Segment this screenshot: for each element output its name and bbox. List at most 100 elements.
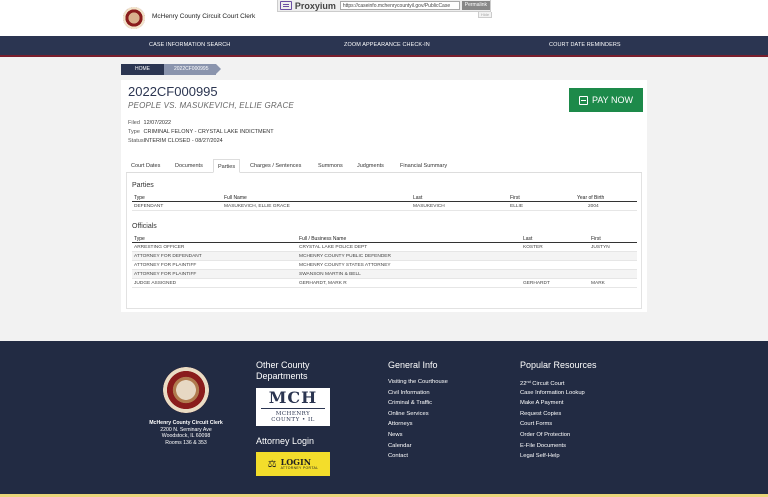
filed-row: Filed 12/07/2022 bbox=[128, 120, 171, 126]
proxy-brand: Proxyium bbox=[294, 0, 336, 11]
link-civil-information[interactable]: Civil Information bbox=[388, 388, 448, 399]
table-row: ARRESTING OFFICER CRYSTAL LAKE POLICE DE… bbox=[132, 243, 637, 252]
link-request-copies[interactable]: Request Copies bbox=[520, 409, 585, 420]
site-footer: McHenry County Circuit Clerk 2200 N. Sem… bbox=[0, 341, 768, 497]
table-row: ATTORNEY FOR DEFENDANT MCHENRY COUNTY PU… bbox=[132, 252, 637, 261]
case-number: 2022CF000995 bbox=[128, 84, 218, 99]
col-type: Type bbox=[134, 194, 145, 201]
official-last: GERHARDT bbox=[523, 280, 550, 286]
county-seal-logo[interactable] bbox=[123, 7, 145, 29]
proxy-url-input[interactable]: https://caseinfo.mchenrycountyil.gov/Pub… bbox=[339, 1, 460, 10]
nav-court-date-reminders[interactable]: COURT DATE REMINDERS bbox=[549, 36, 621, 55]
nav-case-information-search[interactable]: CASE INFORMATION SEARCH bbox=[149, 36, 230, 55]
type-row: Type CRIMINAL FELONY - CRYSTAL LAKE INDI… bbox=[128, 129, 274, 135]
official-first: JUSTYN bbox=[591, 244, 610, 250]
party-last: MASUKEVICH bbox=[413, 203, 445, 209]
tab-judgments[interactable]: Judgments bbox=[357, 159, 384, 173]
tab-charges-sentences[interactable]: Charges / Sentences bbox=[250, 159, 301, 173]
link-contact[interactable]: Contact bbox=[388, 451, 448, 462]
officials-heading: Officials bbox=[132, 223, 157, 230]
case-tabs: Court Dates Documents Parties Charges / … bbox=[126, 159, 642, 173]
pay-now-button[interactable]: PAY NOW bbox=[569, 88, 643, 112]
mchenry-county-logo[interactable]: MCH MCHENRY COUNTY • IL bbox=[256, 388, 330, 426]
tab-summons[interactable]: Summons bbox=[318, 159, 343, 173]
nav-zoom-appearance-check-in[interactable]: ZOOM APPEARANCE CHECK-IN bbox=[344, 36, 430, 55]
status-value: INTERIM CLOSED - 08/27/2024 bbox=[143, 138, 223, 144]
other-departments-heading: Other County Departments bbox=[256, 360, 310, 381]
col-first: First bbox=[591, 235, 601, 242]
link-calendar[interactable]: Calendar bbox=[388, 441, 448, 452]
circuit-label: Circuit Court bbox=[530, 381, 565, 387]
login-title: LOGIN bbox=[280, 457, 312, 467]
proxy-hide-tab[interactable]: Hide bbox=[478, 12, 492, 18]
link-order-of-protection[interactable]: Order Of Protection bbox=[520, 430, 585, 441]
table-row: ATTORNEY FOR PLAINTIFF MCHENRY COUNTY ST… bbox=[132, 261, 637, 270]
col-full-business-name: Full / Business Name bbox=[299, 235, 347, 242]
payment-card-icon bbox=[578, 95, 588, 105]
mch-logo-subtitle: MCHENRY COUNTY • IL bbox=[261, 408, 325, 423]
general-info-heading: General Info bbox=[388, 360, 438, 370]
site-title[interactable]: McHenry County Circuit Court Clerk bbox=[152, 13, 255, 20]
col-full-name: Full Name bbox=[224, 194, 247, 201]
parties-table: Type Full Name Last First Year of Birth … bbox=[132, 193, 637, 211]
party-year-of-birth: 2004 bbox=[588, 203, 599, 209]
tab-court-dates[interactable]: Court Dates bbox=[131, 159, 160, 173]
type-label: Type bbox=[128, 129, 140, 135]
type-value: CRIMINAL FELONY - CRYSTAL LAKE INDICTMEN… bbox=[143, 129, 274, 135]
breadcrumb-home[interactable]: HOME bbox=[121, 64, 164, 75]
proxy-toolbar: Proxyium https://caseinfo.mchenrycountyi… bbox=[277, 0, 491, 12]
official-type: ATTORNEY FOR PLAINTIFF bbox=[134, 262, 197, 268]
official-last: KOSTER bbox=[523, 244, 543, 250]
link-make-a-payment[interactable]: Make A Payment bbox=[520, 398, 585, 409]
login-subtitle: ATTORNEY PORTAL bbox=[280, 466, 319, 470]
footer-address-line: Rooms 136 & 353 bbox=[165, 439, 207, 446]
link-legal-self-help[interactable]: Legal Self-Help bbox=[520, 451, 585, 462]
scales-of-justice-icon: ⚖ bbox=[267, 458, 277, 470]
link-attorneys[interactable]: Attorneys bbox=[388, 419, 448, 430]
official-name: SWANSON MARTIN & BELL bbox=[299, 271, 361, 277]
footer-clerk-address: McHenry County Circuit Clerk 2200 N. Sem… bbox=[128, 420, 244, 446]
official-type: ATTORNEY FOR PLAINTIFF bbox=[134, 271, 197, 277]
link-case-information-lookup[interactable]: Case Information Lookup bbox=[520, 388, 585, 399]
link-22nd-circuit-court[interactable]: 22nd Circuit Court bbox=[520, 377, 585, 388]
pay-now-label: PAY NOW bbox=[591, 95, 633, 105]
official-name: MCHENRY COUNTY PUBLIC DEFENDER bbox=[299, 253, 391, 259]
popular-resources-links: 22nd Circuit Court Case Information Look… bbox=[520, 377, 585, 462]
tab-parties[interactable]: Parties bbox=[213, 159, 241, 173]
link-news[interactable]: News bbox=[388, 430, 448, 441]
col-first: First bbox=[510, 194, 520, 201]
permalink-button[interactable]: Permalink bbox=[461, 1, 490, 10]
parties-heading: Parties bbox=[132, 182, 154, 189]
county-seal-large bbox=[163, 367, 209, 413]
link-online-services[interactable]: Online Services bbox=[388, 409, 448, 420]
parties-panel: Parties Type Full Name Last First Year o… bbox=[126, 173, 642, 309]
parties-table-header: Type Full Name Last First Year of Birth bbox=[132, 193, 637, 202]
col-last: Last bbox=[523, 235, 533, 242]
link-e-file-documents[interactable]: E-File Documents bbox=[520, 441, 585, 452]
officials-table-header: Type Full / Business Name Last First bbox=[132, 234, 637, 243]
link-visiting-courthouse[interactable]: Visiting the Courthouse bbox=[388, 377, 448, 388]
attorney-login-heading: Attorney Login bbox=[256, 436, 315, 446]
link-criminal-traffic[interactable]: Criminal & Traffic bbox=[388, 398, 448, 409]
col-type: Type bbox=[134, 235, 145, 242]
officials-table: Type Full / Business Name Last First ARR… bbox=[132, 234, 637, 288]
popular-resources-heading: Popular Resources bbox=[520, 360, 597, 370]
official-type: ATTORNEY FOR DEFENDANT bbox=[134, 253, 202, 259]
proxyium-logo-icon bbox=[280, 1, 292, 10]
attorney-portal-login-button[interactable]: ⚖ LOGIN ATTORNEY PORTAL bbox=[256, 452, 330, 476]
party-full-name: MASUKEVICH, ELLIE GRACE bbox=[224, 203, 290, 209]
filed-value: 12/07/2022 bbox=[143, 120, 172, 126]
link-court-forms[interactable]: Court Forms bbox=[520, 419, 585, 430]
col-last: Last bbox=[413, 194, 423, 201]
official-type: ARRESTING OFFICER bbox=[134, 244, 185, 250]
status-label: Status bbox=[128, 138, 144, 144]
tab-documents[interactable]: Documents bbox=[175, 159, 203, 173]
table-row: ATTORNEY FOR PLAINTIFF SWANSON MARTIN & … bbox=[132, 270, 637, 279]
official-type: JUDGE ASSIGNED bbox=[134, 280, 177, 286]
party-first: ELLIE bbox=[510, 203, 524, 209]
breadcrumb-current: 2022CF000995 bbox=[164, 64, 223, 75]
status-row: Status INTERIM CLOSED - 08/27/2024 bbox=[128, 138, 223, 144]
col-year-of-birth: Year of Birth bbox=[577, 194, 605, 201]
tab-financial-summary[interactable]: Financial Summary bbox=[400, 159, 447, 173]
table-row: DEFENDANT MASUKEVICH, ELLIE GRACE MASUKE… bbox=[132, 202, 637, 211]
